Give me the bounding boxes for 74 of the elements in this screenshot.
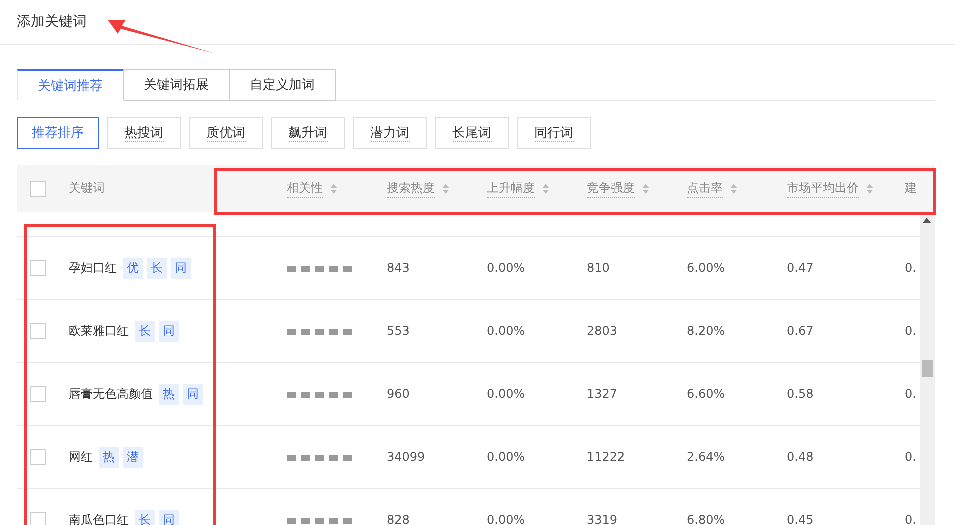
scroll-up-icon[interactable] <box>923 218 931 223</box>
table-cell: 0. <box>905 261 916 275</box>
table-cell: 0. <box>905 450 916 464</box>
sort-icon[interactable] <box>643 184 649 194</box>
table-cell: 0. <box>905 387 916 401</box>
keyword-tag: 同 <box>183 384 203 404</box>
scrollbar-thumb[interactable] <box>922 360 933 377</box>
keyword-text: 欧莱雅口红 <box>69 322 129 340</box>
filter-button[interactable]: 热搜词 <box>107 117 181 149</box>
table-cell: 0.58 <box>787 387 814 401</box>
table-cell: 3319 <box>587 513 618 525</box>
table-cell: 1327 <box>587 387 618 401</box>
table-cell: 0. <box>905 324 916 338</box>
table-cell: 6.00% <box>687 261 726 275</box>
table-cell: 6.80% <box>687 513 726 525</box>
keyword-tag: 同 <box>171 258 191 278</box>
sort-icon[interactable] <box>331 184 337 194</box>
filter-button[interactable]: 潜力词 <box>353 117 427 149</box>
keyword-text: 网红 <box>69 448 93 466</box>
filter-button[interactable]: 质优词 <box>189 117 263 149</box>
keyword-text: 南瓜色口红 <box>69 512 129 525</box>
keyword-tag: 热 <box>159 384 179 404</box>
row-checkbox[interactable] <box>30 260 46 276</box>
table-cell: 0.67 <box>787 324 814 338</box>
table-cell: 0.45 <box>787 513 814 525</box>
table-cell: 11222 <box>587 450 626 464</box>
keyword-text: 孕妇口红 <box>69 260 117 276</box>
table-cell: 0.00% <box>487 324 526 338</box>
keyword-tag: 同 <box>159 320 179 342</box>
select-all-checkbox[interactable] <box>30 180 46 196</box>
table-cell: 6.60% <box>687 387 726 401</box>
sort-icon[interactable] <box>543 184 549 194</box>
table-cell: 843 <box>387 261 410 275</box>
column-header: 建 <box>905 180 917 197</box>
filter-button[interactable]: 同行词 <box>517 117 591 149</box>
keyword-text: 唇膏无色高颜值 <box>69 386 153 402</box>
table-cell: 960 <box>387 387 410 401</box>
table-cell: 0.00% <box>487 387 526 401</box>
row-checkbox[interactable] <box>30 512 46 525</box>
table-cell: 828 <box>387 513 410 525</box>
table-cell: 0.48 <box>787 450 814 464</box>
keyword-tag: 优 <box>123 258 143 278</box>
table-cell: 2.64% <box>687 450 726 464</box>
table-cell: 34099 <box>387 450 426 464</box>
filter-button[interactable]: 推荐排序 <box>17 117 99 149</box>
table-cell: 0.00% <box>487 513 526 525</box>
table-cell: 0.00% <box>487 261 526 275</box>
table-cell: 0.47 <box>787 261 814 275</box>
keyword-tag: 潜 <box>123 446 143 468</box>
column-header: 关键词 <box>69 180 105 197</box>
sort-icon[interactable] <box>731 184 737 194</box>
keyword-tag: 热 <box>99 446 119 468</box>
sort-icon[interactable] <box>443 184 449 194</box>
keyword-tag: 长 <box>135 510 155 525</box>
row-checkbox[interactable] <box>30 449 46 465</box>
page-title: 添加关键词 <box>17 13 87 31</box>
sort-icon[interactable] <box>867 184 873 194</box>
row-checkbox[interactable] <box>30 323 46 339</box>
table-cell: 2803 <box>587 324 618 338</box>
table-cell: 553 <box>387 324 410 338</box>
table-cell: 8.20% <box>687 324 726 338</box>
tab[interactable]: 自定义加词 <box>230 69 336 101</box>
table-cell: 0. <box>905 513 916 525</box>
table-cell: 810 <box>587 261 610 275</box>
row-checkbox[interactable] <box>30 386 46 402</box>
keyword-tag: 长 <box>147 258 167 278</box>
filter-button[interactable]: 飙升词 <box>271 117 345 149</box>
keyword-tag: 同 <box>159 510 179 525</box>
keyword-tag: 长 <box>135 320 155 342</box>
filter-button[interactable]: 长尾词 <box>435 117 509 149</box>
table-cell: 0.00% <box>487 450 526 464</box>
tab[interactable]: 关键词推荐 <box>17 69 124 101</box>
scrollbar[interactable] <box>920 212 935 525</box>
tab[interactable]: 关键词拓展 <box>124 69 230 101</box>
